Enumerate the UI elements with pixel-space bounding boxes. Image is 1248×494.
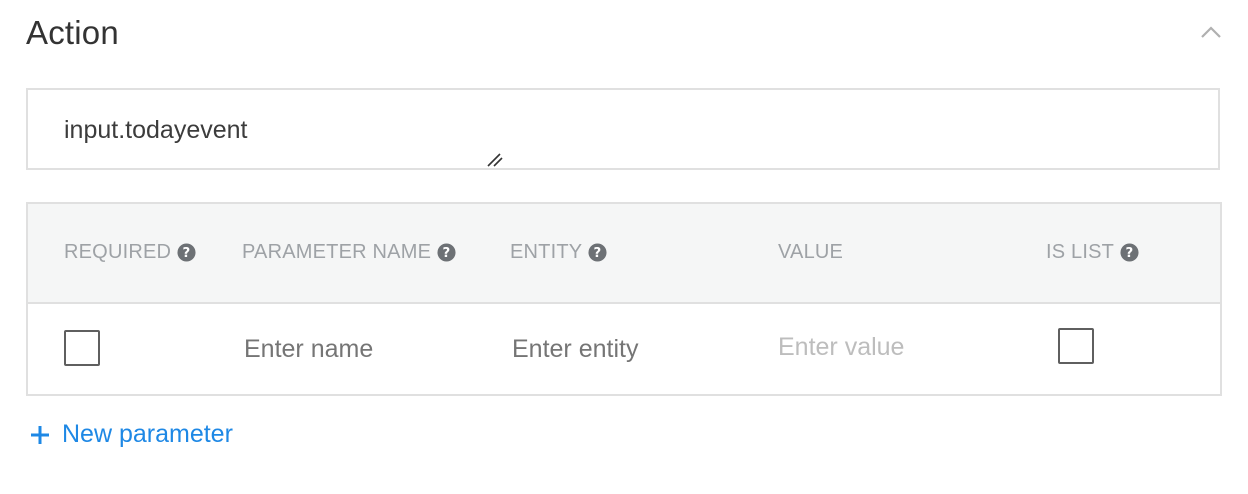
svg-text:?: ? [594,246,602,261]
header-entity: ENTITY ? [510,241,607,264]
header-required-label: REQUIRED [64,241,172,263]
section-title: Action [26,14,119,51]
is-list-checkbox[interactable] [1058,328,1094,364]
svg-text:?: ? [443,246,451,261]
header-parameter-name: PARAMETER NAME ? [242,241,456,264]
header-value-label: VALUE [778,241,844,263]
header-required: REQUIRED ? [64,241,196,264]
help-circle-icon[interactable]: ? [177,243,196,262]
header-value: VALUE [778,241,843,264]
help-circle-icon[interactable]: ? [1120,243,1139,262]
header-parameter-name-label: PARAMETER NAME [242,241,432,263]
new-parameter-label: New parameter [62,420,233,448]
action-input-box[interactable]: input.todayevent [26,88,1220,170]
value-input[interactable]: Enter value [778,333,904,362]
svg-text:?: ? [183,246,191,261]
parameter-name-input[interactable]: Enter name [244,335,373,364]
help-circle-icon[interactable]: ? [437,243,456,262]
entity-input[interactable]: Enter entity [512,335,638,364]
action-input-value[interactable]: input.todayevent [64,116,247,145]
svg-text:?: ? [1126,246,1134,261]
new-parameter-button[interactable]: New parameter [30,420,233,449]
parameters-table: REQUIRED ? PARAMETER NAME ? ENTITY ? VAL… [26,202,1222,396]
table-header: REQUIRED ? PARAMETER NAME ? ENTITY ? VAL… [28,204,1220,304]
chevron-up-icon [1201,26,1221,38]
required-checkbox[interactable] [64,330,100,366]
header-is-list-label: IS LIST [1046,241,1115,263]
action-section: Action input.todayevent REQUIRED ? PARAM… [0,0,1248,494]
resize-handle-icon[interactable] [486,152,504,168]
collapse-button[interactable] [1196,18,1226,46]
header-is-list: IS LIST ? [1046,241,1139,264]
plus-icon [31,425,49,444]
help-circle-icon[interactable]: ? [588,243,607,262]
header-entity-label: ENTITY [510,241,583,263]
